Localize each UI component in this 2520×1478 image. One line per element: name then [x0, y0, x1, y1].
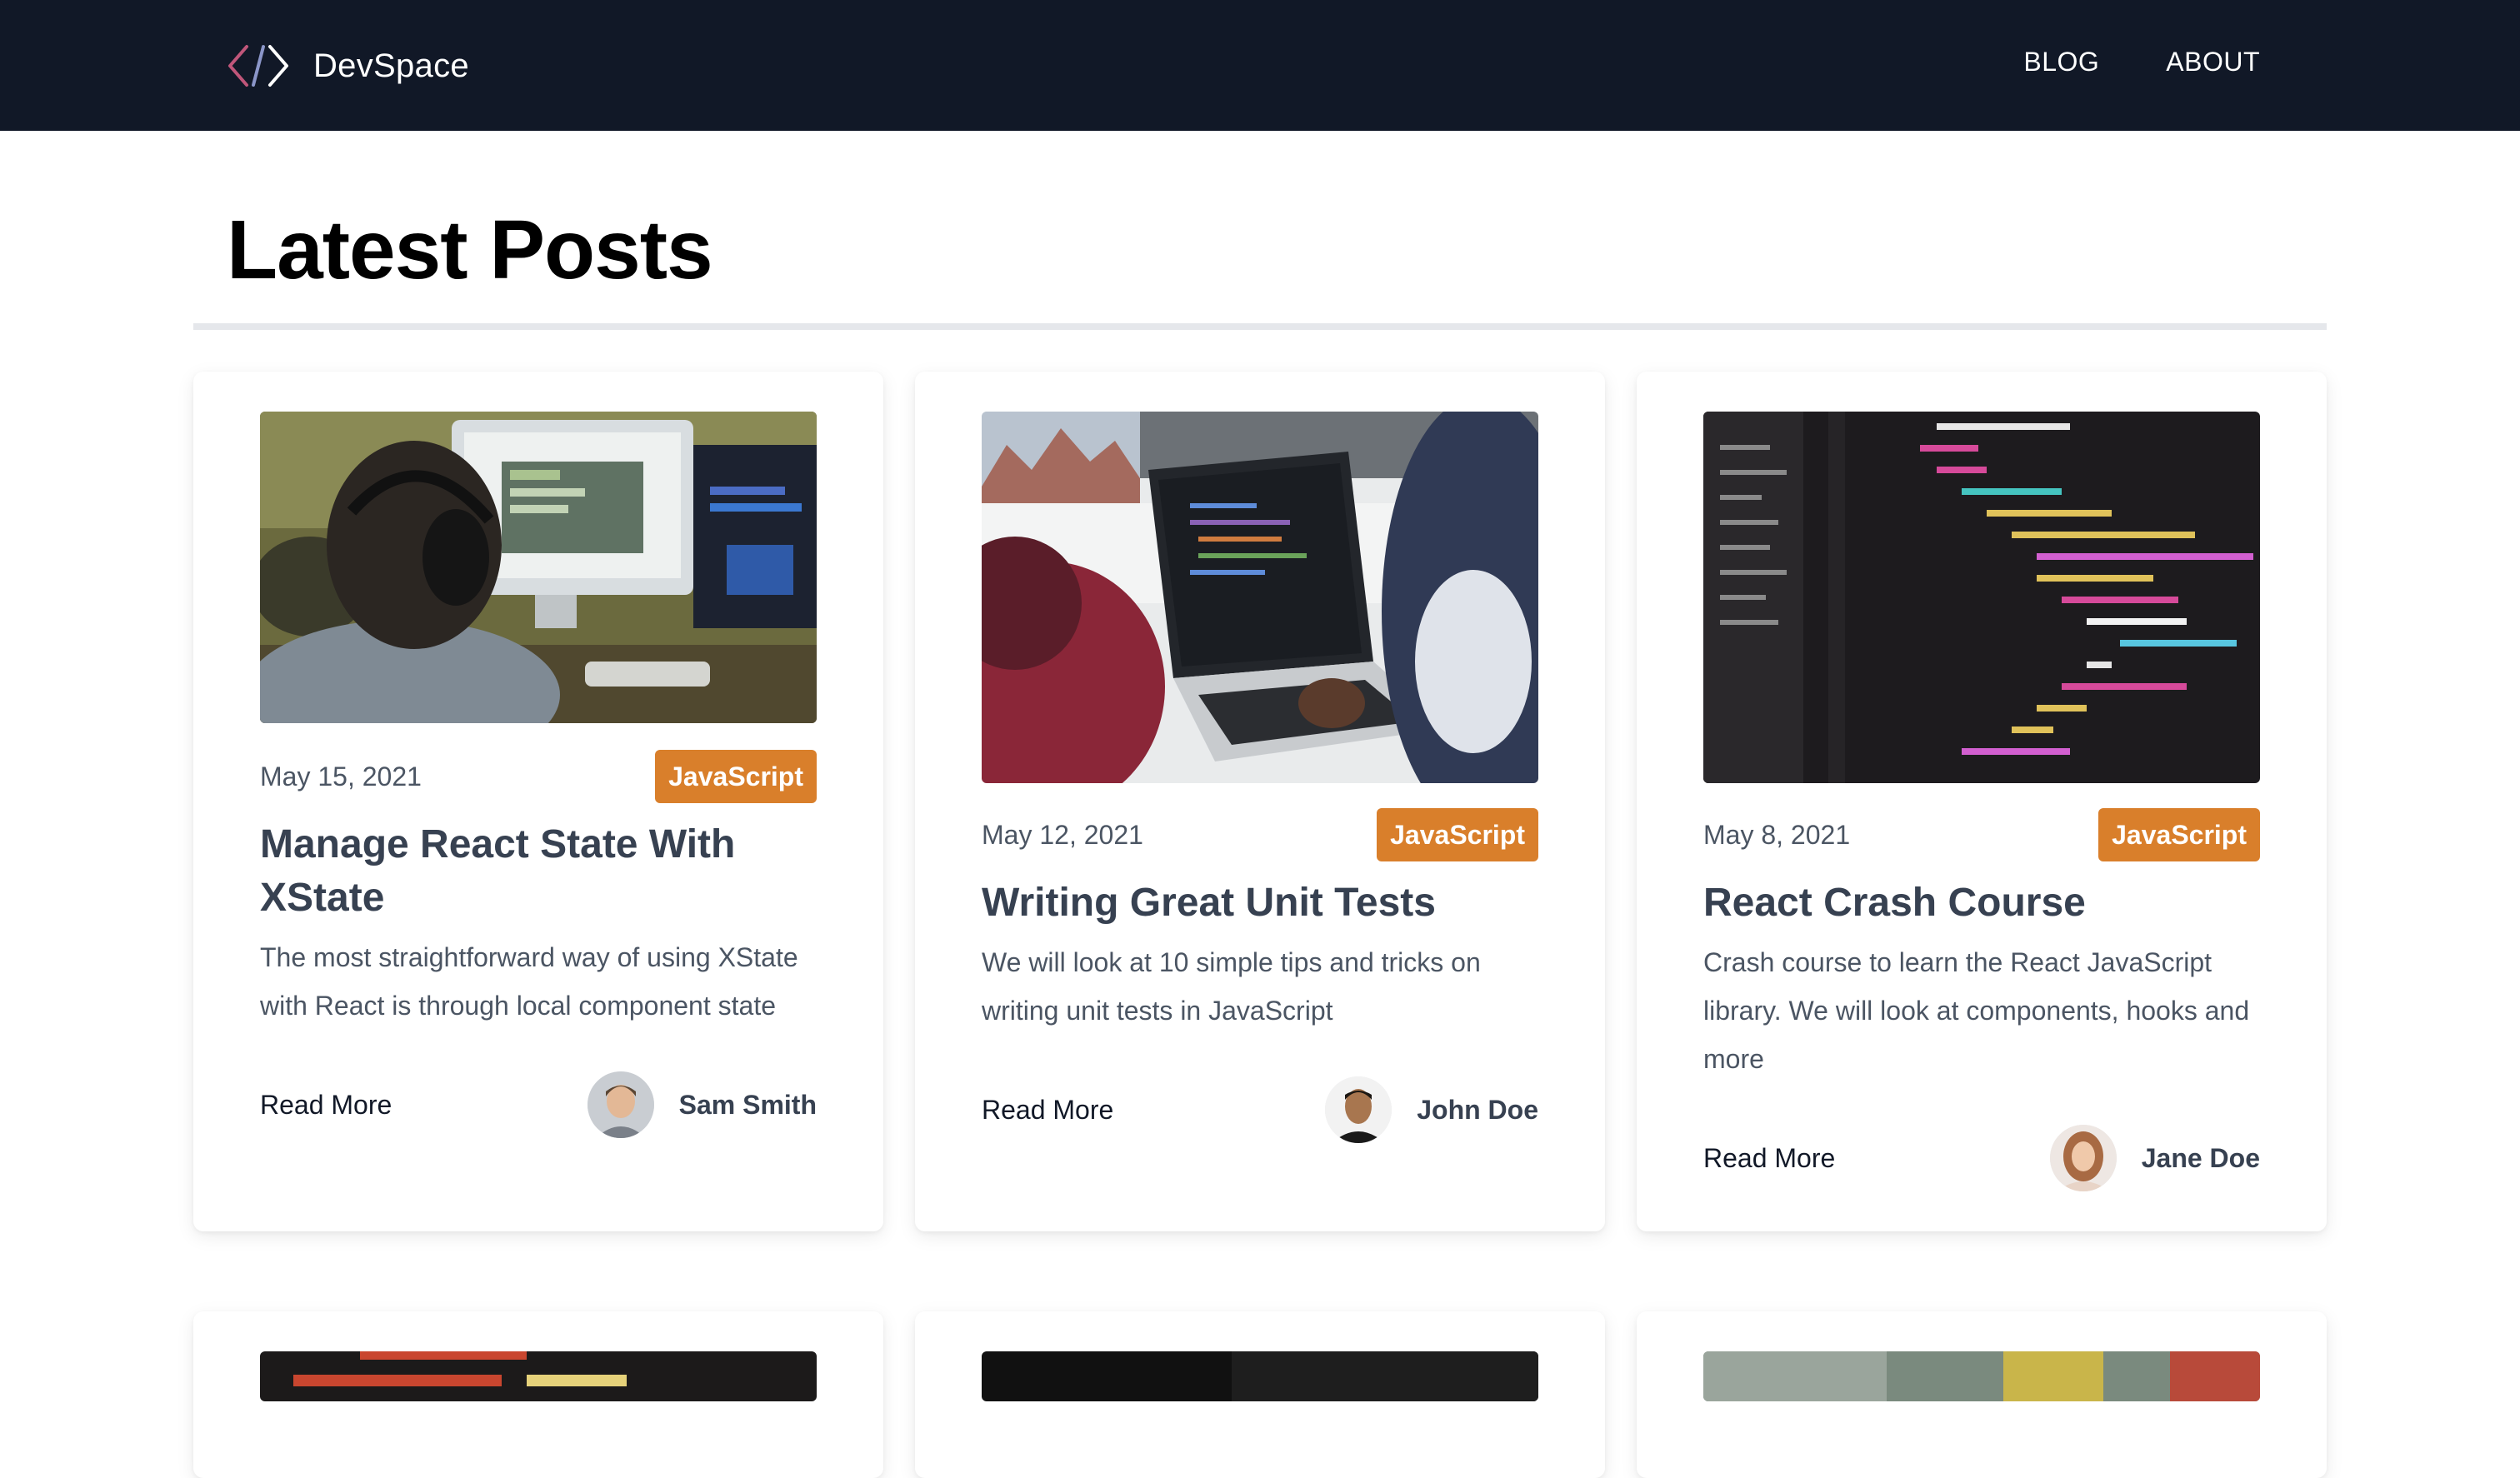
nav-link-about[interactable]: ABOUT: [2166, 47, 2260, 77]
post-excerpt: The most straightforward way of using XS…: [260, 942, 798, 1021]
category-tag[interactable]: JavaScript: [1377, 808, 1538, 861]
post-thumbnail[interactable]: [260, 1351, 817, 1401]
post-card: [193, 1311, 883, 1478]
author-name: John Doe: [1417, 1094, 1538, 1125]
post-card: [915, 1311, 1605, 1478]
author-avatar-image: [587, 1071, 654, 1138]
post-date: May 15, 2021: [260, 761, 422, 791]
post-thumbnail[interactable]: [982, 412, 1538, 783]
post-thumbnail[interactable]: [260, 412, 817, 723]
post-excerpt: Crash course to learn the React JavaScri…: [1703, 947, 2250, 1074]
post-thumbnail[interactable]: [1703, 1351, 2260, 1401]
page-title: Latest Posts: [227, 203, 713, 297]
author: Sam Smith: [587, 1071, 817, 1138]
laptop-coding-image: [982, 412, 1538, 783]
nav-link-blog[interactable]: BLOG: [2023, 47, 2099, 77]
brand-logo-link[interactable]: DevSpace: [225, 42, 469, 90]
post-title[interactable]: React Crash Course: [1703, 876, 2260, 930]
author-name: Sam Smith: [678, 1089, 817, 1120]
post-image: [982, 1351, 1538, 1401]
post-card: May 12, 2021 JavaScript Writing Great Un…: [915, 372, 1605, 1231]
avatar: [2049, 1125, 2117, 1191]
nav-links: BLOG ABOUT: [2023, 47, 2260, 77]
post-image: [1703, 1351, 2260, 1401]
post-thumbnail[interactable]: [1703, 412, 2260, 783]
category-tag[interactable]: JavaScript: [2098, 808, 2260, 861]
post-card: [1637, 1311, 2327, 1478]
post-card: May 8, 2021 JavaScript React Crash Cours…: [1637, 372, 2327, 1231]
avatar: [1325, 1076, 1392, 1143]
read-more-link[interactable]: Read More: [260, 1090, 392, 1121]
category-tag[interactable]: JavaScript: [655, 750, 817, 803]
author: John Doe: [1325, 1076, 1538, 1143]
read-more-link[interactable]: Read More: [1703, 1143, 1835, 1174]
code-terminal-image: [260, 1351, 817, 1401]
post-thumbnail[interactable]: [982, 1351, 1538, 1401]
brand-name: DevSpace: [313, 47, 469, 84]
developer-with-headphones-image: [260, 412, 817, 723]
navbar: DevSpace BLOG ABOUT: [0, 0, 2520, 131]
code-editor-image: [1703, 412, 2260, 783]
post-title[interactable]: Writing Great Unit Tests: [982, 876, 1538, 930]
read-more-link[interactable]: Read More: [982, 1095, 1113, 1126]
post-date: May 12, 2021: [982, 820, 1143, 850]
avatar: [587, 1071, 654, 1138]
code-brackets-icon: [228, 45, 288, 87]
post-card: May 15, 2021 JavaScript Manage React Sta…: [193, 372, 883, 1231]
title-divider: [193, 323, 2327, 330]
author-avatar-image: [1325, 1076, 1392, 1143]
author: Jane Doe: [2049, 1125, 2260, 1191]
post-excerpt: We will look at 10 simple tips and trick…: [982, 947, 1481, 1026]
author-avatar-image: [2049, 1125, 2117, 1191]
author-name: Jane Doe: [2141, 1142, 2260, 1173]
post-title[interactable]: Manage React State With XState: [260, 818, 817, 925]
post-date: May 8, 2021: [1703, 820, 1851, 850]
